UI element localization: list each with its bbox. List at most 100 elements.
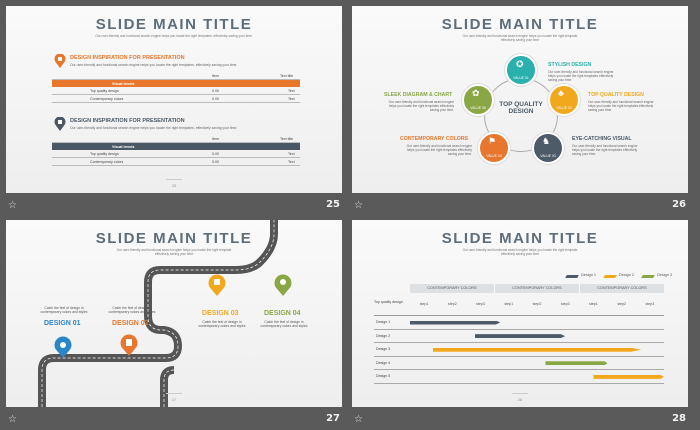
award-pin-icon bbox=[274, 274, 292, 296]
value-label: VALUE 03 bbox=[540, 154, 556, 158]
gantt-row: Design 2 bbox=[374, 330, 664, 344]
section-title: DESIGN INSPIRATION FOR PRESENTATION bbox=[70, 118, 185, 124]
section-title: DESIGN INSPIRATION FOR PRESENTATION bbox=[70, 55, 185, 61]
value-label: VALUE 05 bbox=[470, 106, 486, 110]
step-label: step2 bbox=[447, 302, 457, 306]
table-row: Top quality design 0.00 Text bbox=[52, 150, 300, 158]
step-label: step1 bbox=[504, 302, 514, 306]
section-description: Our user-friendly and functional search … bbox=[70, 126, 238, 130]
page-number: 27 bbox=[6, 393, 342, 402]
table-highlight-bar: Visual trends bbox=[52, 143, 300, 150]
data-table: Item Text title Visual trends Top qualit… bbox=[52, 72, 300, 103]
gantt-rows: Design 1 Design 2 Design 3 Design 4 Design 5 bbox=[374, 316, 664, 384]
design-description: Catch the feel of design in contemporary… bbox=[108, 306, 156, 315]
gantt-chart: CONTEMPORARY COLORS CONTEMPORARY COLORS … bbox=[374, 284, 664, 400]
table-cell: 0.00 bbox=[212, 97, 219, 101]
value-label: VALUE 04 bbox=[486, 154, 502, 158]
signpost-pin-icon bbox=[120, 334, 138, 356]
group-header-cell: CONTEMPORARY COLORS bbox=[495, 284, 580, 293]
value-label: VALUE 01 bbox=[513, 76, 529, 80]
feature-description: Our user-friendly and functional search … bbox=[548, 70, 614, 82]
slide-subtitle: Our user-friendly and functional search … bbox=[95, 34, 253, 38]
gantt-row: Design 5 bbox=[374, 370, 664, 384]
thumbnail-footer: ☆ 27 bbox=[6, 413, 348, 429]
gantt-row-label: Design 5 bbox=[376, 374, 391, 379]
table-cell: Text bbox=[288, 160, 295, 164]
gantt-row-label: Design 3 bbox=[376, 347, 391, 352]
runner-icon: ♞ bbox=[542, 136, 551, 146]
feature-label: STYLISH DESIGN bbox=[548, 62, 592, 68]
step-label: step1 bbox=[589, 302, 598, 306]
slide-number: 27 bbox=[326, 413, 340, 424]
legend-label: Design 1 bbox=[581, 273, 596, 277]
slide-title: SLIDE MAIN TITLE bbox=[441, 230, 599, 247]
favorite-star-icon[interactable]: ☆ bbox=[354, 200, 363, 211]
gantt-row: Design 1 bbox=[374, 316, 664, 330]
gantt-group-header: CONTEMPORARY COLORS CONTEMPORARY COLORS … bbox=[410, 284, 664, 293]
feature-label: CONTEMPORARY COLORS bbox=[400, 136, 469, 142]
feature-label: TOP QUALITY DESIGN bbox=[588, 92, 644, 98]
page-number: 28 bbox=[352, 393, 688, 402]
table-header-row: Item Text title bbox=[52, 72, 300, 80]
table-bar-label: Visual trends bbox=[112, 81, 135, 86]
gantt-bar bbox=[593, 374, 664, 379]
gantt-row-label: Design 2 bbox=[376, 333, 391, 338]
feature-description: Our user-friendly and functional search … bbox=[588, 100, 654, 112]
favorite-star-icon[interactable]: ☆ bbox=[8, 200, 17, 211]
design-label: DESIGN 03 bbox=[202, 310, 239, 317]
group-header-cell: CONTEMPORARY COLORS bbox=[410, 284, 495, 293]
feature-label: SLEEK DIAGRAM & CHART bbox=[384, 92, 453, 98]
table-row: Contemporary colors 0.00 Text bbox=[52, 158, 300, 166]
feature-description: Our user-friendly and functional search … bbox=[572, 144, 638, 156]
location-pin-icon bbox=[54, 117, 66, 131]
thumbnail-footer: ☆ 25 bbox=[6, 199, 348, 215]
legend-swatch bbox=[603, 275, 617, 278]
legend-swatch bbox=[565, 275, 579, 278]
table-row: Contemporary colors 0.00 Text bbox=[52, 95, 300, 103]
gantt-row-label: Design 1 bbox=[376, 320, 391, 324]
slide-number: 28 bbox=[672, 413, 686, 424]
table-header-cell: Text title bbox=[280, 137, 294, 141]
design-label: DESIGN 02 bbox=[112, 320, 149, 327]
gantt-row: Design 3 bbox=[374, 343, 664, 357]
gantt-bar bbox=[410, 320, 501, 325]
gantt-row: Design 4 bbox=[374, 357, 664, 371]
top-quality-node bbox=[548, 84, 580, 116]
group-header-cell: CONTEMPORARY COLORS bbox=[580, 284, 664, 293]
row-header: Top quality design bbox=[374, 300, 403, 304]
slide-canvas: SLIDE MAIN TITLE Our user-friendly and f… bbox=[6, 220, 342, 407]
table-header-cell: Item bbox=[212, 74, 219, 78]
feature-description: Our user-friendly and functional search … bbox=[388, 100, 454, 112]
location-pin-icon bbox=[54, 54, 66, 68]
table-cell: Top quality design bbox=[90, 89, 119, 93]
design-label: DESIGN 04 bbox=[264, 310, 301, 317]
legend-label: Design 2 bbox=[619, 273, 634, 277]
favorite-star-icon[interactable]: ☆ bbox=[354, 414, 363, 425]
data-table: Item Text title Visual trends Top qualit… bbox=[52, 135, 300, 166]
slide-canvas: SLIDE MAIN TITLE Our user-friendly and f… bbox=[352, 220, 688, 407]
gantt-row-label: Design 4 bbox=[376, 360, 391, 365]
section-description: Our user-friendly and functional search … bbox=[70, 63, 238, 67]
design-label: DESIGN 01 bbox=[44, 320, 81, 327]
step-labels: step1 step2 step3 step1 step2 step3 step1 step2… bbox=[410, 293, 664, 316]
table-cell: 0.00 bbox=[212, 89, 219, 93]
compass-icon: ✪ bbox=[516, 59, 524, 69]
design-description: Catch the feel of design in contemporary… bbox=[198, 320, 246, 329]
feature-description: Our user-friendly and functional search … bbox=[406, 144, 472, 156]
legend-swatch bbox=[641, 275, 655, 278]
slide-title: SLIDE MAIN TITLE bbox=[441, 16, 599, 33]
legend-label: Design 3 bbox=[657, 273, 672, 277]
table-highlight-bar: Visual trends bbox=[52, 80, 300, 87]
step-label: step2 bbox=[532, 302, 542, 306]
favorite-star-icon[interactable]: ☆ bbox=[8, 414, 17, 425]
table-cell: Contemporary colors bbox=[90, 97, 124, 101]
page-number: 25 bbox=[6, 179, 342, 188]
table-header-cell: Text title bbox=[280, 74, 294, 78]
value-label: VALUE 02 bbox=[556, 106, 572, 110]
table-header-row: Item Text title bbox=[52, 135, 300, 143]
table-cell: Contemporary colors bbox=[90, 160, 124, 164]
table-cell: Top quality design bbox=[90, 152, 119, 156]
slide-number: 25 bbox=[326, 199, 340, 210]
gantt-steps-row: Top quality design step1 step2 step3 step1 s… bbox=[374, 293, 664, 316]
center-label: TOP QUALITY DESIGN bbox=[499, 101, 543, 115]
